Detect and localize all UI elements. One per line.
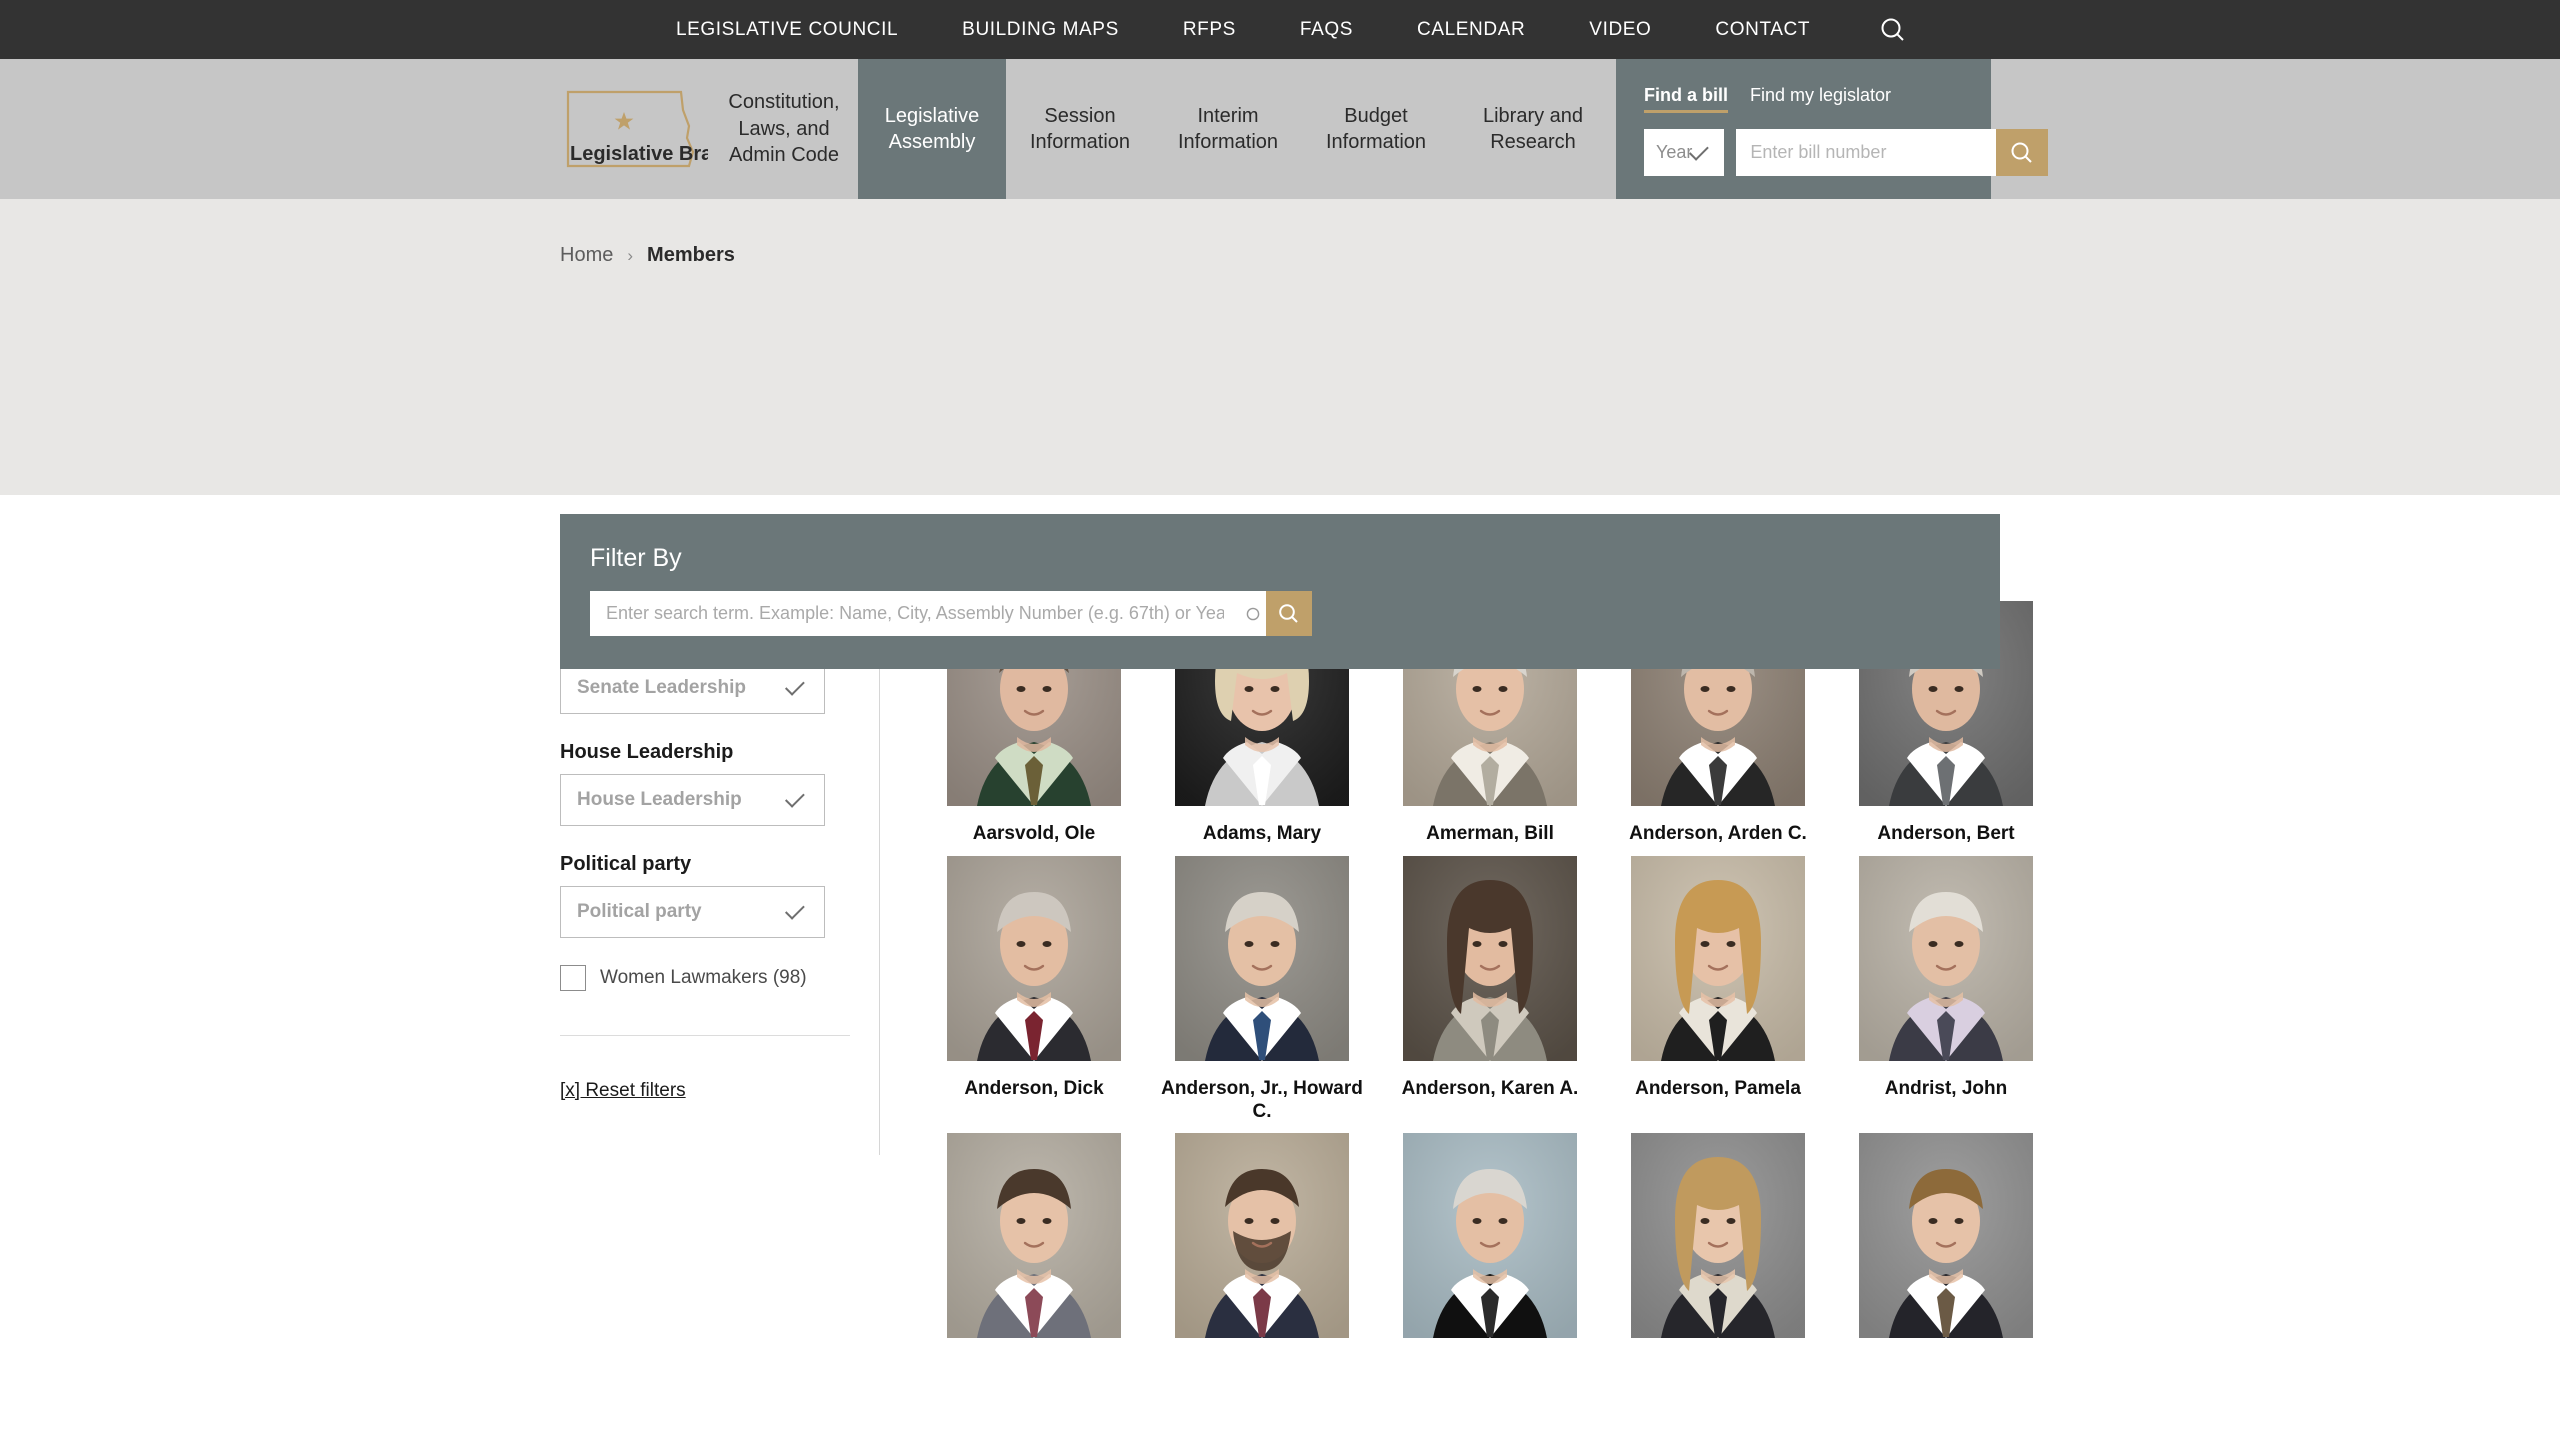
filter-group-political-party: Political party Political party (560, 853, 839, 938)
tab-find-my-legislator[interactable]: Find my legislator (1750, 85, 1891, 110)
member-name: Anderson, Bert (1877, 823, 2015, 844)
member-card[interactable] (1384, 1133, 1596, 1355)
filter-by-panel: Filter By (560, 514, 2000, 669)
year-select[interactable]: Year (1644, 129, 1725, 176)
member-card[interactable]: Anderson, Dick (928, 855, 1140, 1124)
member-name: Amerman, Bill (1426, 823, 1554, 844)
find-bill-tabs: Find a bill Find my legislator (1644, 85, 1963, 113)
members-grid: Aarsvold, Ole Adams, Mary Amerman, Bill … (928, 601, 2560, 1355)
chevron-down-icon (784, 675, 805, 696)
senate-leadership-select-value: Senate Leadership (577, 677, 746, 698)
topnav-item-building-maps[interactable]: BUILDING MAPS (930, 19, 1151, 41)
find-a-bill-panel: Find a bill Find my legislator Year (1616, 59, 2049, 199)
member-portrait[interactable] (1403, 1133, 1577, 1339)
member-portrait[interactable] (1631, 1133, 1805, 1339)
senate-leadership-select[interactable]: Senate Leadership (560, 662, 825, 714)
filter-by-search-row (590, 591, 1312, 636)
member-name: Anderson, Karen A. (1401, 1077, 1579, 1099)
filter-group-house-leadership: House Leadership House Leadership (560, 741, 839, 826)
year-select-value: Year (1656, 142, 1693, 162)
member-name: Anderson, Arden C. (1629, 823, 1807, 844)
member-card[interactable]: Anderson, Jr., Howard C. (1156, 855, 1368, 1124)
member-name: Anderson, Dick (964, 1077, 1104, 1099)
member-portrait[interactable] (947, 855, 1121, 1061)
member-portrait[interactable] (947, 1133, 1121, 1339)
tab-find-a-bill[interactable]: Find a bill (1644, 85, 1728, 113)
chevron-down-icon (784, 787, 805, 808)
topnav-item-video[interactable]: VIDEO (1557, 19, 1683, 41)
member-name: Aarsvold, Ole (972, 823, 1096, 844)
member-portrait[interactable] (1175, 1133, 1349, 1339)
top-utility-bar: LEGISLATIVE COUNCIL BUILDING MAPS RFPS F… (0, 0, 2560, 59)
member-name: Andrist, John (1884, 1077, 2008, 1099)
filter-label-house-leadership: House Leadership (560, 741, 734, 763)
mainnav-item-legislative-assembly[interactable]: Legislative Assembly (858, 59, 1006, 199)
breadcrumb-separator-icon: › (627, 245, 634, 265)
site-header: Legislative Branch Constitution, Laws, a… (0, 59, 2560, 199)
member-name: Adams, Mary (1202, 823, 1322, 844)
bill-number-search (1736, 129, 2049, 176)
filter-by-title: Filter By (590, 544, 682, 572)
member-card[interactable] (1156, 1133, 1368, 1355)
breadcrumb-current-members: Members (647, 244, 735, 266)
member-card[interactable] (1612, 1133, 1824, 1355)
member-portrait[interactable] (1403, 855, 1577, 1061)
header-inner: Legislative Branch Constitution, Laws, a… (560, 59, 2049, 199)
topnav-item-contact[interactable]: CONTACT (1683, 19, 1842, 41)
reset-filters-link[interactable]: [x] Reset filters (560, 1080, 686, 1102)
mainnav-item-interim-information[interactable]: Interim Information (1154, 59, 1302, 199)
house-leadership-select[interactable]: House Leadership (560, 774, 825, 826)
topnav-item-rfps[interactable]: RFPS (1151, 19, 1268, 41)
member-card[interactable]: Andrist, John (1840, 855, 2052, 1124)
member-portrait[interactable] (1175, 855, 1349, 1061)
women-lawmakers-label: Women Lawmakers (98) (600, 967, 807, 988)
topnav-item-calendar[interactable]: CALENDAR (1385, 19, 1557, 41)
topnav-item-faqs[interactable]: FAQS (1268, 19, 1385, 41)
member-card[interactable]: Anderson, Pamela (1612, 855, 1824, 1124)
mainnav-item-constitution-laws-admin-code[interactable]: Constitution, Laws, and Admin Code (710, 59, 858, 199)
sidebar-divider (560, 1035, 850, 1036)
mainnav-item-budget-information[interactable]: Budget Information (1302, 59, 1450, 199)
filter-label-political-party: Political party (560, 853, 692, 875)
political-party-select-value: Political party (577, 901, 702, 922)
site-logo[interactable]: Legislative Branch (560, 59, 710, 199)
svg-text:Legislative Branch: Legislative Branch (570, 143, 708, 165)
topnav-item-legislative-council[interactable]: LEGISLATIVE COUNCIL (644, 19, 930, 41)
clear-circle-icon[interactable] (1240, 591, 1266, 636)
main-navigation: Constitution, Laws, and Admin Code Legis… (710, 59, 1616, 199)
breadcrumb-band: Home › Members Filter By (0, 199, 2560, 669)
find-bill-controls: Year (1644, 129, 2049, 176)
search-icon[interactable] (1870, 7, 1916, 53)
member-card[interactable] (1840, 1133, 2052, 1355)
breadcrumb-home[interactable]: Home (560, 244, 613, 267)
member-card[interactable]: Anderson, Karen A. (1384, 855, 1596, 1124)
top-utility-nav: LEGISLATIVE COUNCIL BUILDING MAPS RFPS F… (644, 7, 1916, 53)
breadcrumb: Home › Members (560, 244, 735, 267)
bill-search-button[interactable] (1996, 129, 2049, 176)
mainnav-item-session-information[interactable]: Session Information (1006, 59, 1154, 199)
chevron-down-icon (784, 899, 805, 920)
bill-number-input[interactable] (1736, 129, 1997, 176)
mainnav-item-library-and-research[interactable]: Library and Research (1450, 59, 1616, 199)
women-lawmakers-checkbox[interactable] (560, 965, 586, 991)
political-party-select[interactable]: Political party (560, 886, 825, 938)
member-name: Anderson, Jr., Howard C. (1161, 1077, 1363, 1122)
women-lawmakers-checkbox-row[interactable]: Women Lawmakers (98) (560, 965, 839, 991)
member-portrait[interactable] (1859, 1133, 2033, 1339)
member-portrait[interactable] (1859, 855, 2033, 1061)
member-card[interactable] (928, 1133, 1140, 1355)
member-portrait[interactable] (1631, 855, 1805, 1061)
house-leadership-select-value: House Leadership (577, 789, 742, 810)
search-input[interactable] (590, 591, 1240, 636)
search-submit-button[interactable] (1266, 591, 1312, 636)
member-name: Anderson, Pamela (1635, 1077, 1801, 1099)
